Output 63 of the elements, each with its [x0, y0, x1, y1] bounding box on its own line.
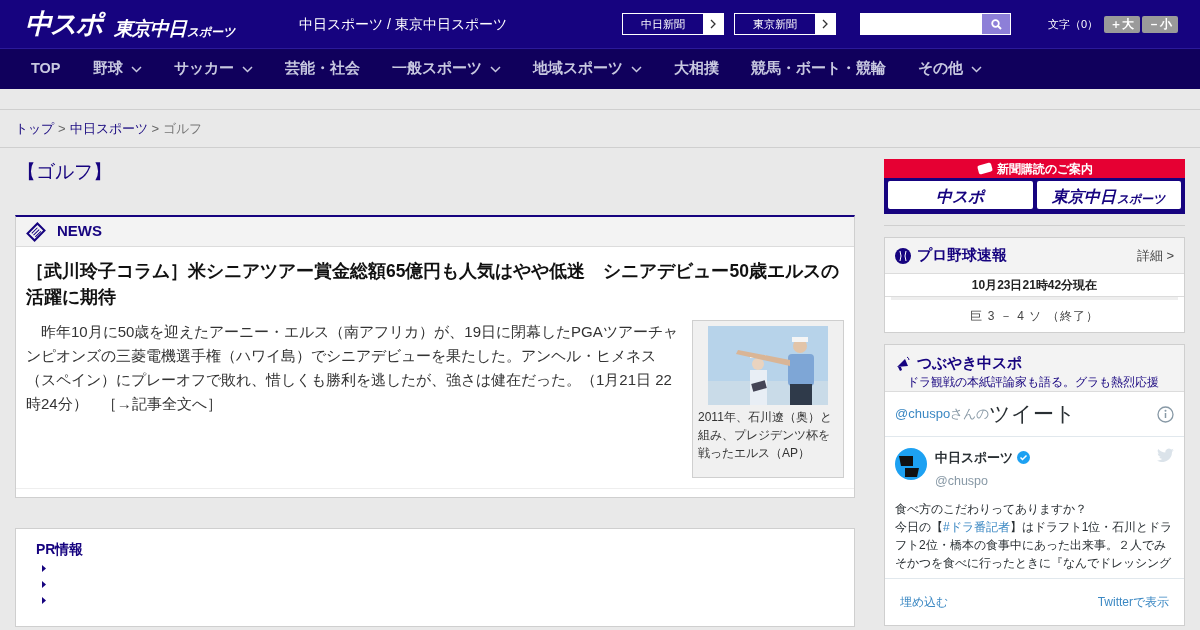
logo-text[interactable]: 中スポ: [888, 181, 1033, 209]
widget-title: つぶやき中スポ: [917, 354, 1022, 373]
nav-item[interactable]: 大相撲: [673, 58, 719, 80]
newspaper-link[interactable]: 中日新聞: [622, 13, 724, 35]
score-timestamp: 10月23日21時42分現在: [885, 274, 1184, 297]
read-more-link[interactable]: ［→記事全文へ］: [101, 395, 222, 412]
newspaper-link[interactable]: 東京新聞: [734, 13, 836, 35]
banner-title: 新聞購読のご案内: [997, 160, 1093, 178]
logo-text[interactable]: スポーツ: [187, 25, 235, 38]
page-title: 【ゴルフ】: [17, 160, 113, 184]
tweet-text: 今日の【#ドラ番記者】はドラフト1位・石川とドラフト2位・橋本の食事中にあった出来事。２人でみそかつを食べに行ったときに『なんでドレッシング: [895, 518, 1174, 572]
widget-title: プロ野球速報: [917, 245, 1008, 265]
search-button[interactable]: [982, 14, 1010, 34]
logo-text[interactable]: 東京中日: [114, 18, 186, 38]
baseball-icon: [895, 247, 911, 264]
widget-subtitle: ドラ観戦の本紙評論家も語る。グラも熱烈応援: [907, 374, 1160, 390]
search-field[interactable]: [860, 13, 1011, 35]
megaphone-icon: [895, 355, 911, 372]
breadcrumb-current: ゴルフ: [163, 119, 203, 138]
chevron-right-icon: [710, 19, 716, 29]
nav-item[interactable]: 地域スポーツ: [532, 58, 642, 80]
ticket-icon: [976, 162, 994, 175]
chevron-down-icon: [489, 65, 501, 73]
chevron-right-icon: [822, 19, 828, 29]
search-icon: [990, 18, 1002, 30]
handle-suffix: さんの: [950, 405, 990, 422]
timeline-heading: ツイート: [989, 401, 1078, 428]
pr-heading: PR情報: [36, 540, 85, 559]
newspaper-icon: [26, 221, 46, 242]
bullet-icon: [42, 596, 46, 604]
nav-item[interactable]: 芸能・社会: [284, 58, 360, 80]
site-title[interactable]: 中日スポーツ / 東京中日スポーツ: [299, 13, 622, 35]
info-icon[interactable]: [1157, 405, 1174, 423]
chevron-down-icon: [130, 65, 142, 73]
tweet-text: 食べ方のこだわりってありますか？: [895, 500, 1088, 518]
bullet-icon: [42, 580, 46, 588]
article-summary: 昨年10月に50歳を迎えたアーニー・エルス（南アフリカ）が、19日に閉幕したPGAツアーチャンピオンズの三菱電機選手権（ハワイ島）でシニアデビューを果たした。アンヘル・ヒメネス（スペイン）にプレーオフで敗れ、惜しくも勝利を逃したが、強さは健在だった。（1月21日 22時24分） ［→記事全文へ］: [26, 322, 679, 414]
breadcrumb-link[interactable]: トップ: [15, 118, 54, 139]
photo-caption: 2011年、石川遼（奥）と組み、プレジデンツ杯を戦ったエルス（AP）: [698, 409, 833, 462]
nav-item[interactable]: その他: [917, 58, 982, 80]
breadcrumb-link[interactable]: 中日スポーツ: [69, 118, 148, 139]
hashtag-link[interactable]: #ドラ番記者: [943, 519, 1010, 534]
nav-item[interactable]: サッカー: [173, 58, 253, 80]
nav-item[interactable]: 一般スポーツ: [391, 58, 501, 80]
chevron-down-icon: [241, 65, 253, 73]
breadcrumb-separator: >: [58, 119, 66, 138]
nav-item[interactable]: TOP: [31, 58, 61, 80]
view-on-twitter-link[interactable]: Twitterで表示: [1097, 592, 1169, 611]
account-name[interactable]: 中日スポーツ: [935, 448, 1013, 468]
section-heading: NEWS: [57, 221, 102, 242]
embed-link[interactable]: 埋め込む: [900, 592, 948, 611]
chevron-down-icon: [970, 65, 982, 73]
bullet-icon: [42, 564, 46, 572]
chevron-down-icon: [630, 65, 642, 73]
article-title[interactable]: ［武川玲子コラム］米シニアツアー賞金総額65億円も人気はやや低迷 シニアデビュー50歳エルスの活躍に期待: [16, 247, 854, 310]
breadcrumb-separator: >: [151, 119, 160, 138]
game-score[interactable]: 巨 3 － 4 ソ （終了）: [970, 307, 1099, 325]
avatar-icon: [895, 448, 927, 480]
detail-link[interactable]: 詳細 >: [1136, 245, 1174, 266]
font-size-label: 文字（0）: [1048, 16, 1099, 32]
nav-item[interactable]: 競馬・ボート・競輪: [750, 58, 886, 80]
nav-item[interactable]: 野球: [92, 58, 142, 80]
twitter-handle-link[interactable]: @chuspo: [895, 404, 951, 424]
